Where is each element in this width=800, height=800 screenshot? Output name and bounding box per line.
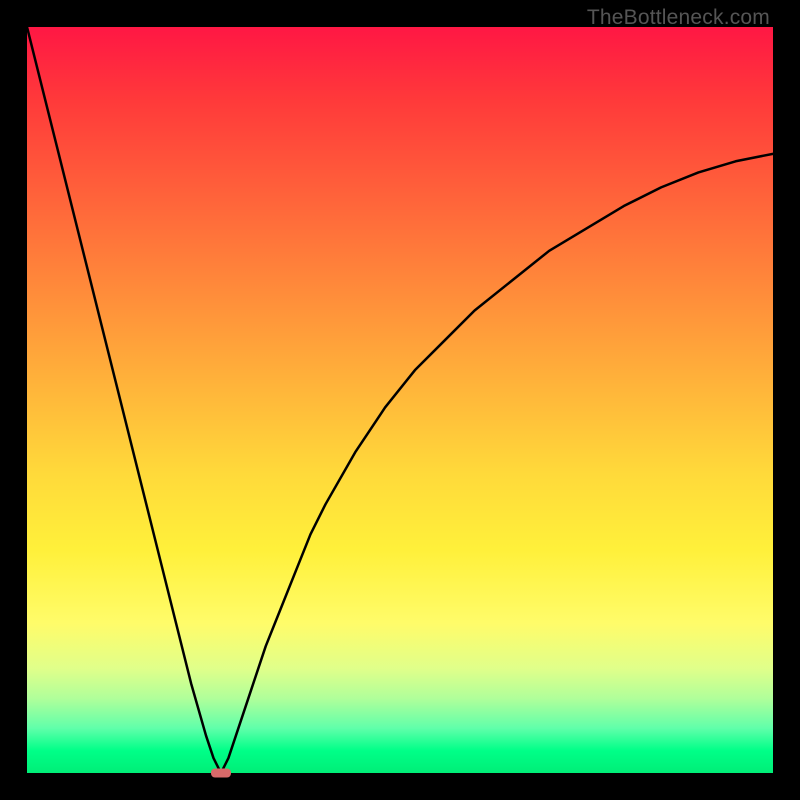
optimum-marker <box>211 769 231 778</box>
plot-area <box>27 27 773 773</box>
bottleneck-curve <box>27 27 773 773</box>
chart-container: TheBottleneck.com <box>0 0 800 800</box>
